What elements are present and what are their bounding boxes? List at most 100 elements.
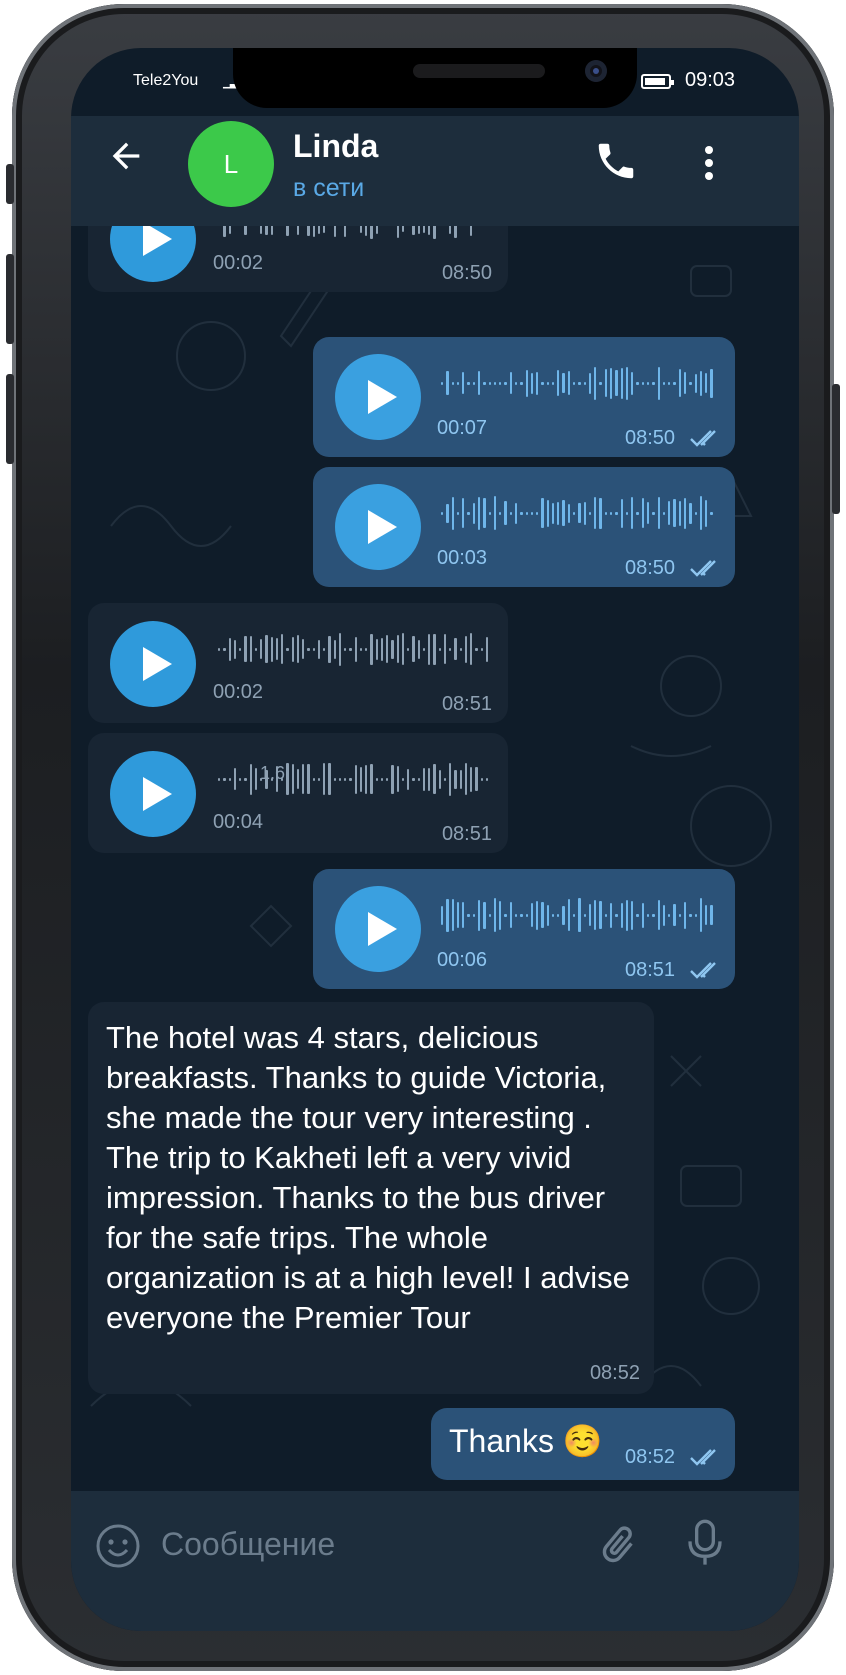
waveform-bar [244, 777, 247, 781]
message-text-out[interactable]: Thanks ☺️ 08:52 [431, 1408, 735, 1480]
waveform-bar [610, 511, 613, 515]
waveform-bar [557, 370, 560, 396]
contact-name[interactable]: Linda [293, 128, 378, 165]
waveform-bar [218, 777, 221, 781]
message-text-in[interactable]: The hotel was 4 stars, delicious breakfa… [88, 1002, 654, 1394]
back-arrow-icon[interactable] [101, 136, 151, 186]
play-icon[interactable] [335, 484, 421, 570]
voice-waveform[interactable] [441, 365, 713, 401]
waveform-bar [338, 632, 341, 666]
waveform-bar [396, 635, 399, 663]
waveform-bar [668, 913, 671, 917]
waveform-bar [302, 639, 305, 659]
waveform-bar [573, 511, 576, 515]
waveform-bar [514, 502, 518, 524]
waveform-bar [583, 913, 586, 917]
waveform-bar [641, 498, 644, 528]
waveform-bar [307, 226, 310, 236]
avatar[interactable]: L [188, 121, 274, 207]
play-icon[interactable] [335, 354, 421, 440]
waveform-bar [509, 372, 512, 394]
message-time: 08:52 [589, 1362, 640, 1384]
waveform-bar [530, 903, 534, 927]
waveform-bar [254, 768, 257, 790]
attach-icon[interactable] [595, 1521, 641, 1571]
waveform-bar [422, 767, 425, 791]
voice-waveform[interactable] [218, 226, 488, 240]
waveform-bar [615, 913, 618, 917]
waveform-bar [599, 901, 602, 929]
voice-duration: 00:02 [213, 681, 264, 703]
message-voice-in[interactable]: 00:02 08:51 [88, 603, 508, 723]
waveform-bar [567, 371, 571, 395]
waveform-bar [699, 370, 703, 396]
emoji-icon[interactable] [95, 1523, 141, 1569]
waveform-bar [699, 898, 703, 932]
phone-icon[interactable] [593, 138, 639, 184]
message-voice-out[interactable]: 00:06 08:51 [313, 869, 735, 989]
status-time: 09:03 [685, 69, 736, 91]
waveform-bar [265, 226, 268, 235]
waveform-bar [446, 371, 449, 395]
side-button [6, 164, 14, 204]
waveform-bar [244, 226, 247, 235]
voice-waveform[interactable] [441, 897, 713, 933]
waveform-bar [615, 511, 618, 515]
waveform-bar [578, 381, 581, 385]
waveform-bar [705, 905, 708, 925]
play-icon[interactable] [110, 226, 196, 282]
voice-waveform[interactable] [218, 631, 488, 667]
message-input[interactable] [159, 1517, 573, 1571]
play-icon[interactable] [110, 751, 196, 837]
waveform-bar [536, 371, 539, 395]
waveform-bar [620, 902, 623, 928]
waveform-bar [365, 647, 368, 651]
waveform-bar [467, 381, 470, 385]
waveform-bar [344, 647, 347, 651]
waveform-bar [464, 763, 467, 795]
waveform-bar [375, 226, 378, 234]
voice-waveform[interactable] [441, 495, 713, 531]
message-text: The hotel was 4 stars, delicious breakfa… [106, 1020, 630, 1335]
waveform-bar [323, 226, 326, 233]
waveform-bar [610, 367, 613, 399]
mic-icon[interactable] [685, 1517, 725, 1569]
waveform-bar [588, 904, 592, 926]
waveform-bar [562, 500, 565, 526]
waveform-bar [573, 913, 576, 917]
chat-area[interactable]: 00:02 08:50 00:07 08:50 00:03 08:50 00:0… [71, 226, 799, 1491]
play-icon[interactable] [110, 621, 196, 707]
voice-waveform[interactable] [218, 761, 488, 797]
waveform-bar [472, 381, 475, 385]
more-vert-icon[interactable] [697, 140, 721, 186]
waveform-bar [417, 226, 420, 234]
waveform-bar [485, 777, 488, 781]
message-time: 08:51 [625, 959, 676, 981]
waveform-bar [530, 372, 534, 394]
waveform-bar [470, 766, 473, 792]
waveform-bar [456, 902, 460, 928]
waveform-bar [541, 381, 544, 385]
waveform-bar [477, 371, 481, 395]
message-voice-in[interactable]: 1.6 00:04 08:51 [88, 733, 508, 853]
waveform-bar [472, 913, 475, 917]
waveform-bar [673, 904, 676, 926]
waveform-bar [604, 511, 607, 515]
waveform-bar [509, 511, 512, 515]
waveform-bar [710, 368, 713, 398]
play-icon[interactable] [335, 886, 421, 972]
waveform-bar [449, 226, 452, 234]
waveform-bar [646, 502, 650, 524]
waveform-bar [578, 898, 581, 932]
waveform-bar [694, 511, 697, 515]
waveform-bar [446, 503, 449, 523]
waveform-bar [441, 381, 444, 385]
waveform-bar [380, 777, 383, 781]
waveform-bar [249, 636, 252, 662]
double-check-icon [690, 560, 716, 577]
message-voice-out[interactable]: 00:03 08:50 [313, 467, 735, 587]
message-voice-in[interactable]: 00:02 08:50 [88, 226, 508, 292]
waveform-bar [281, 634, 284, 664]
message-voice-out[interactable]: 00:07 08:50 [313, 337, 735, 457]
waveform-bar [668, 501, 671, 525]
